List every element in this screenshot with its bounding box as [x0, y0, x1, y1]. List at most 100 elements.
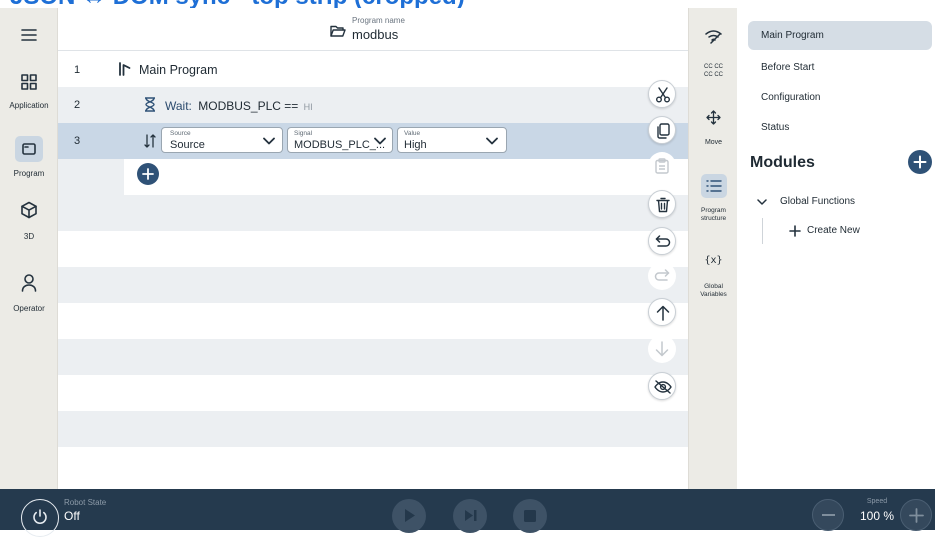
value-dropdown-value: High [404, 139, 427, 151]
right-item-configuration[interactable]: Configuration [761, 92, 820, 103]
program-row[interactable]: 2 Wait: MODBUS_PLC == HI [58, 87, 688, 123]
left-nav: Application Program 3D Operator [0, 8, 58, 489]
move-up-button[interactable] [648, 298, 676, 326]
robot-state-label: Robot State [64, 498, 107, 507]
nav-item-operator[interactable]: Operator [0, 274, 58, 318]
menu-icon[interactable] [21, 28, 37, 42]
move-down-button[interactable] [648, 335, 676, 363]
wait-statement: Wait: MODBUS_PLC == HI [165, 99, 313, 113]
wait-expression: MODBUS_PLC == [198, 99, 299, 113]
program-name-caption: Program name [352, 16, 405, 25]
nav-item-3d[interactable]: 3D [0, 201, 58, 245]
add-row-strip [58, 159, 688, 195]
redo-icon [654, 269, 676, 283]
nav-label-application: Application [9, 101, 49, 110]
cc-label[interactable]: CC CC CC CC [689, 63, 738, 79]
signal-dropdown-value: MODBUS_PLC_... [294, 139, 386, 151]
plus-icon [909, 508, 931, 523]
empty-row [58, 411, 688, 447]
folder-open-icon [330, 24, 346, 38]
minus-icon [822, 514, 835, 516]
source-dropdown-value: Source [170, 139, 205, 151]
source-dropdown-label: Source [170, 130, 191, 137]
speed-label: Speed [866, 498, 888, 505]
stop-button[interactable] [513, 499, 547, 533]
play-button[interactable] [392, 499, 426, 533]
line-number: 3 [74, 135, 81, 147]
eye-off-icon [654, 380, 675, 394]
chevron-down-icon [263, 137, 275, 145]
chevron-down-icon [486, 137, 498, 145]
robot-state-value: Off [64, 509, 80, 523]
step-button[interactable] [453, 499, 487, 533]
step-forward-icon [464, 509, 487, 522]
empty-row [58, 339, 688, 375]
empty-row [58, 375, 688, 411]
signal-icon[interactable] [705, 30, 722, 44]
redo-button[interactable] [648, 262, 676, 290]
plus-icon [789, 225, 801, 237]
add-module-button[interactable] [908, 150, 932, 174]
main-program-label: Main Program [139, 63, 218, 77]
nav-item-program[interactable]: Program [0, 132, 58, 182]
chevron-down-icon [374, 137, 386, 145]
program-name[interactable]: modbus [352, 27, 398, 42]
chevron-down-icon [757, 199, 767, 206]
signal-dropdown[interactable]: Signal MODBUS_PLC_... [287, 127, 393, 153]
create-new-label: Create New [807, 225, 860, 236]
global-variables-button[interactable]: {x} Global Variables [689, 255, 738, 305]
nav-item-application[interactable]: Application [0, 74, 58, 118]
add-step-button[interactable] [137, 163, 159, 185]
side-tool-panel: CC CC CC CC Move Program structure {x} G… [688, 8, 737, 489]
program-row[interactable]: 1 Main Program [58, 52, 688, 87]
empty-row [58, 195, 688, 231]
empty-row [58, 447, 688, 489]
value-dropdown[interactable]: Value High [397, 127, 507, 153]
power-button[interactable] [21, 499, 59, 537]
line-number-col [58, 159, 124, 195]
move-button[interactable]: Move [689, 108, 738, 148]
value-dropdown-label: Value [404, 130, 421, 137]
right-panel: Main Program Before Start Configuration … [737, 8, 935, 489]
right-item-status[interactable]: Status [761, 122, 789, 133]
right-item-main-program[interactable]: Main Program [748, 21, 932, 50]
global-functions-toggle[interactable]: Global Functions [757, 196, 917, 212]
tree-line [762, 218, 763, 244]
program-header: Program name modbus [58, 8, 688, 51]
source-dropdown[interactable]: Source Source [161, 127, 283, 153]
hide-button[interactable] [648, 372, 676, 400]
line-number: 1 [74, 64, 81, 76]
speed-decrease-button[interactable] [812, 499, 844, 531]
nav-label-3d: 3D [23, 232, 35, 241]
wait-value: HI [303, 102, 313, 112]
program-structure-button[interactable]: Program structure [689, 172, 738, 228]
undo-button[interactable] [648, 227, 676, 255]
nav-label-operator: Operator [13, 304, 45, 313]
wait-keyword: Wait: [165, 99, 192, 113]
modules-title: Modules [750, 154, 815, 171]
footer-bar: Robot State Off Speed 100 % [0, 489, 935, 537]
move-label: Move [704, 139, 723, 146]
program-icon [15, 136, 43, 162]
nav-label-program: Program [13, 169, 45, 178]
top-banner-cropped: JSON ↔ DOM sync · top strip (cropped) [0, 0, 935, 8]
right-item-before-start[interactable]: Before Start [761, 62, 814, 73]
global-functions-label: Global Functions [780, 196, 856, 207]
scissors-icon [655, 87, 675, 103]
stop-icon [524, 510, 547, 522]
hourglass-icon [144, 97, 156, 112]
power-icon [32, 509, 58, 525]
speed-increase-button[interactable] [900, 499, 932, 531]
create-new-button[interactable]: Create New [789, 224, 909, 242]
program-structure-label: Program structure [700, 207, 727, 222]
cut-button[interactable] [648, 80, 676, 108]
empty-row [58, 267, 688, 303]
copy-icon [656, 123, 675, 139]
program-row-selected[interactable]: 3 Source Source Signal MODBUS_PLC_... Va… [58, 123, 688, 159]
paste-button[interactable] [648, 152, 676, 180]
list-icon [701, 174, 727, 198]
copy-button[interactable] [648, 116, 676, 144]
main-program-icon [118, 62, 132, 76]
trash-icon [656, 197, 675, 213]
delete-button[interactable] [648, 190, 676, 218]
